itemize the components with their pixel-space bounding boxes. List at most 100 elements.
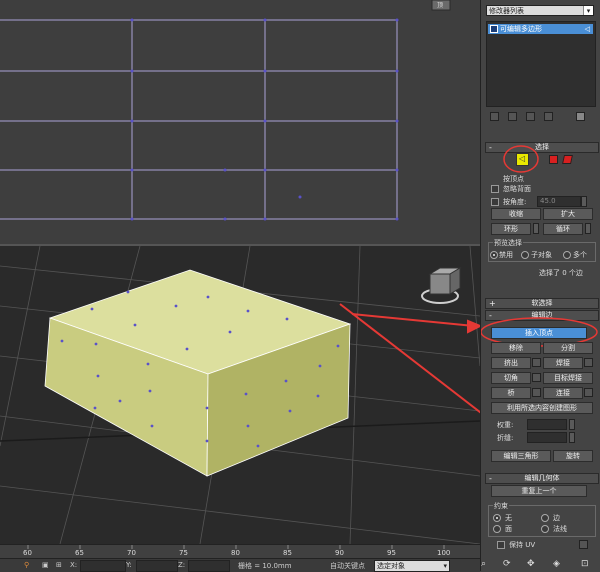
preserve-uv-settings-icon[interactable]: [579, 540, 588, 549]
loop-button[interactable]: 循环: [543, 223, 583, 235]
angle-value: 45.0: [540, 197, 556, 205]
tick-label: 70: [127, 549, 136, 557]
soft-selection-rollout-header[interactable]: + 软选择: [485, 298, 599, 309]
constraint-normal-radio[interactable]: [541, 525, 549, 533]
repeat-last-button[interactable]: 重复上一个: [491, 485, 587, 497]
preview-multi-radio[interactable]: [563, 251, 571, 259]
soft-selection-title: 软选择: [531, 299, 553, 307]
modifier-list-label: 修改器列表: [489, 7, 524, 15]
ring-spinner[interactable]: [533, 223, 539, 234]
shrink-button[interactable]: 收缩: [491, 208, 541, 220]
crease-spinner[interactable]: [569, 432, 575, 443]
chamfer-button[interactable]: 切角: [491, 372, 531, 384]
angle-input[interactable]: 45.0: [537, 196, 581, 207]
constraint-none-label: 无: [505, 514, 512, 522]
modifier-stack[interactable]: 可编辑多边形 ◁: [486, 21, 596, 107]
angle-spinner[interactable]: [581, 196, 587, 207]
tick-label: 60: [23, 549, 32, 557]
crease-label: 折缝:: [497, 434, 514, 442]
perspective-scene: [0, 246, 480, 544]
extrude-button[interactable]: 挤出: [491, 357, 531, 369]
timeline-ruler[interactable]: 60 65 70 75 80 85 90 95 100: [0, 544, 480, 559]
constraint-edge-label: 边: [553, 514, 560, 522]
poly-icon: [490, 25, 498, 33]
bridge-settings-icon[interactable]: [532, 388, 541, 397]
fov-icon[interactable]: ◈: [553, 559, 560, 569]
by-vertex-label: 按顶点: [503, 175, 524, 183]
pin-stack-icon[interactable]: [490, 112, 499, 121]
show-end-result-icon[interactable]: [508, 112, 517, 121]
stack-item-editable-poly[interactable]: 可编辑多边形 ◁: [488, 24, 593, 34]
constraint-face-label: 面: [505, 525, 512, 533]
subobject-triangle-icon: ◁: [584, 25, 590, 33]
annotation-circle-vertex: [503, 145, 539, 173]
constraint-face-radio[interactable]: [493, 525, 501, 533]
viewcube-label: 顶: [437, 2, 444, 9]
connect-button[interactable]: 连接: [543, 387, 583, 399]
tick-label: 100: [437, 549, 451, 557]
y-label: Y:: [126, 561, 132, 569]
selection-set-dropdown[interactable]: 选定对象 ▾: [374, 560, 450, 572]
chevron-down-icon: ▾: [583, 6, 593, 15]
y-coord-field[interactable]: [136, 560, 178, 572]
connect-settings-icon[interactable]: [584, 388, 593, 397]
extrude-settings-icon[interactable]: [532, 358, 541, 367]
configure-sets-icon[interactable]: [576, 112, 585, 121]
constraint-normal-label: 法线: [553, 525, 567, 533]
x-coord-field[interactable]: [80, 560, 126, 572]
transform-icon[interactable]: ⊞: [56, 561, 62, 569]
bridge-button[interactable]: 桥: [491, 387, 531, 399]
tick-label: 95: [387, 549, 396, 557]
edit-geometry-title: 编辑几何体: [524, 474, 560, 482]
edit-geometry-rollout-header[interactable]: - 编辑几何体: [485, 473, 599, 484]
split-button[interactable]: 分割: [543, 342, 593, 354]
preview-off-radio[interactable]: [490, 251, 498, 259]
weld-settings-icon[interactable]: [584, 358, 593, 367]
turn-button[interactable]: 旋转: [553, 450, 593, 462]
loop-spinner[interactable]: [585, 223, 591, 234]
ignore-backfacing-checkbox[interactable]: [491, 185, 499, 193]
maximize-icon[interactable]: ⊡: [581, 559, 589, 569]
z-label: Z:: [178, 561, 186, 569]
create-shape-button[interactable]: 利用所选内容创建图形: [491, 402, 593, 414]
make-unique-icon[interactable]: [526, 112, 535, 121]
preview-subobject-radio[interactable]: [521, 251, 529, 259]
constraint-none-radio[interactable]: [493, 514, 501, 522]
lock-icon[interactable]: ▣: [42, 561, 49, 569]
preserve-uv-checkbox[interactable]: [497, 541, 505, 549]
weight-input[interactable]: [527, 419, 567, 430]
preview-subobject-label: 子对象: [531, 251, 552, 259]
status-bar: ⚲ ▣ ⊞ X: Y: Z: 栅格 = 10.0mm 自动关键点 选定对象 ▾: [0, 558, 480, 572]
modifier-list-dropdown[interactable]: 修改器列表 ▾: [486, 5, 594, 16]
preview-off-label: 禁用: [499, 251, 513, 259]
chamfer-settings-icon[interactable]: [532, 373, 541, 382]
remove-button[interactable]: 移除: [491, 342, 541, 354]
edit-triangulation-button[interactable]: 编辑三角形: [491, 450, 551, 462]
crease-input[interactable]: [527, 432, 567, 443]
tick-label: 80: [231, 549, 240, 557]
pan-icon[interactable]: ✥: [527, 559, 535, 569]
preserve-uv-label: 保持 UV: [509, 541, 536, 549]
target-weld-button[interactable]: 目标焊接: [543, 372, 593, 384]
tick-label: 85: [283, 549, 292, 557]
autokey-label[interactable]: 自动关键点: [330, 561, 365, 571]
key-icon[interactable]: ⚲: [24, 561, 29, 569]
ring-button[interactable]: 环形: [491, 223, 531, 235]
weight-label: 权重:: [497, 421, 514, 429]
zoom-icon[interactable]: ⌕: [481, 559, 486, 569]
orbit-icon[interactable]: ⟳: [503, 559, 511, 569]
weight-spinner[interactable]: [569, 419, 575, 430]
grow-button[interactable]: 扩大: [543, 208, 593, 220]
constraints-title: 约束: [493, 501, 509, 511]
viewcube-icon: [421, 267, 462, 304]
remove-modifier-icon[interactable]: [544, 112, 553, 121]
top-viewport[interactable]: 顶: [0, 0, 480, 246]
by-angle-label: 按角度:: [503, 198, 527, 206]
by-angle-checkbox[interactable]: [491, 198, 499, 206]
weld-button[interactable]: 焊接: [543, 357, 583, 369]
timeline-ticks: [27, 545, 445, 549]
constraint-edge-radio[interactable]: [541, 514, 549, 522]
perspective-viewport[interactable]: [0, 246, 480, 544]
chevron-down-icon: ▾: [443, 562, 447, 570]
z-coord-field[interactable]: [188, 560, 230, 572]
